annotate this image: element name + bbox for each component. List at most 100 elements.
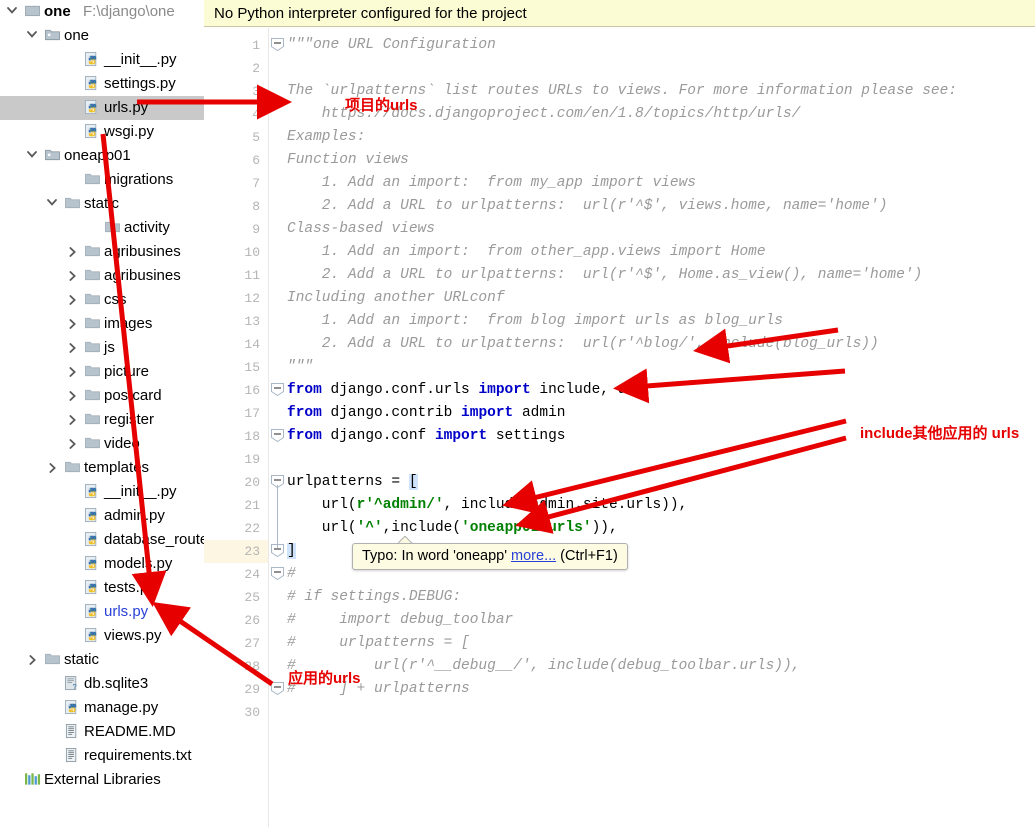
fold-toggle-icon[interactable] (271, 383, 284, 397)
chevron-down-icon[interactable] (4, 0, 20, 24)
code-line-11[interactable]: 2. Add a URL to urlpatterns: url(r'^$', … (287, 264, 922, 287)
tree-row-views-py[interactable]: views.py (0, 624, 204, 648)
code-line-13[interactable]: 1. Add an import: from blog import urls … (287, 310, 783, 333)
line-number[interactable]: 17 (204, 402, 260, 425)
tree-row-agribusines[interactable]: agribusines (0, 264, 204, 288)
tree-row-templates[interactable]: templates (0, 456, 204, 480)
line-number[interactable]: 30 (204, 701, 260, 724)
chevron-right-icon[interactable] (64, 432, 80, 456)
code-line-8[interactable]: 2. Add a URL to urlpatterns: url(r'^$', … (287, 195, 888, 218)
tree-row-requirements-txt[interactable]: requirements.txt (0, 744, 204, 768)
line-number[interactable]: 26 (204, 609, 260, 632)
code-line-24[interactable]: # (287, 563, 296, 586)
line-number[interactable]: 29 (204, 678, 260, 701)
fold-toggle-icon[interactable] (271, 38, 284, 52)
line-number[interactable]: 8 (204, 195, 260, 218)
tree-row-one[interactable]: one (0, 24, 204, 48)
fold-toggle-icon[interactable] (271, 567, 284, 581)
chevron-down-icon[interactable] (24, 24, 40, 48)
code-line-10[interactable]: 1. Add an import: from other_app.views i… (287, 241, 766, 264)
chevron-right-icon[interactable] (24, 648, 40, 672)
code-line-12[interactable]: Including another URLconf (287, 287, 505, 310)
line-number[interactable]: 3 (204, 80, 260, 103)
chevron-down-icon[interactable] (44, 192, 60, 216)
line-number[interactable]: 23 (204, 540, 260, 563)
code-editor-panel[interactable]: No Python interpreter configured for the… (204, 0, 1035, 827)
tree-row-models-py[interactable]: models.py (0, 552, 204, 576)
chevron-right-icon[interactable] (64, 264, 80, 288)
chevron-right-icon[interactable] (64, 312, 80, 336)
code-line-16[interactable]: from django.conf.urls import include, ur… (287, 379, 644, 402)
line-number-gutter[interactable]: 1 2 3 4 5 6 7 8 9 10 11 12 13 14 15 16 17 18 19 20 21 22 23 24 2… (204, 28, 268, 827)
tree-row-static[interactable]: static (0, 648, 204, 672)
line-number[interactable]: 13 (204, 310, 260, 333)
line-number[interactable]: 10 (204, 241, 260, 264)
line-number[interactable]: 2 (204, 57, 260, 80)
tree-row-images[interactable]: images (0, 312, 204, 336)
line-number[interactable]: 15 (204, 356, 260, 379)
line-number[interactable]: 22 (204, 517, 260, 540)
chevron-right-icon[interactable] (64, 240, 80, 264)
tree-row-picture[interactable]: picture (0, 360, 204, 384)
code-line-17[interactable]: from django.contrib import admin (287, 402, 565, 425)
project-tree-panel[interactable]: one F:\django\one one __init__.py settings.p… (0, 0, 204, 827)
tree-row-video[interactable]: video (0, 432, 204, 456)
tree-row-db-sqlite3[interactable]: ? db.sqlite3 (0, 672, 204, 696)
line-number[interactable]: 20 (204, 471, 260, 494)
line-number[interactable]: 24 (204, 563, 260, 586)
line-number[interactable]: 28 (204, 655, 260, 678)
line-number[interactable]: 7 (204, 172, 260, 195)
tree-row-settings-py[interactable]: settings.py (0, 72, 204, 96)
code-line-18[interactable]: from django.conf import settings (287, 425, 565, 448)
line-number[interactable]: 9 (204, 218, 260, 241)
chevron-right-icon[interactable] (64, 360, 80, 384)
typo-tooltip[interactable]: Typo: In word 'oneapp' more... (Ctrl+F1) (352, 543, 628, 570)
chevron-right-icon[interactable] (64, 288, 80, 312)
code-line-6[interactable]: Function views (287, 149, 409, 172)
line-number[interactable]: 25 (204, 586, 260, 609)
tree-row-agribusines[interactable]: agribusines (0, 240, 204, 264)
line-number[interactable]: 1 (204, 34, 260, 57)
code-line-7[interactable]: 1. Add an import: from my_app import vie… (287, 172, 696, 195)
code-line-23[interactable]: ] (287, 540, 296, 563)
tree-row--init-py[interactable]: __init__.py (0, 480, 204, 504)
line-number[interactable]: 18 (204, 425, 260, 448)
chevron-right-icon[interactable] (64, 384, 80, 408)
line-number[interactable]: 16 (204, 379, 260, 402)
code-line-9[interactable]: Class-based views (287, 218, 435, 241)
chevron-right-icon[interactable] (64, 336, 80, 360)
tree-row-wsgi-py[interactable]: wsgi.py (0, 120, 204, 144)
tree-row-one[interactable]: one F:\django\one (0, 0, 204, 24)
fold-toggle-icon[interactable] (271, 682, 284, 696)
tree-row-readme-md[interactable]: README.MD (0, 720, 204, 744)
line-number[interactable]: 4 (204, 103, 260, 126)
line-number[interactable]: 5 (204, 126, 260, 149)
code-line-28[interactable]: # url(r'^__debug__/', include(debug_tool… (287, 655, 800, 678)
tree-row-manage-py[interactable]: manage.py (0, 696, 204, 720)
code-line-25[interactable]: # if settings.DEBUG: (287, 586, 461, 609)
tree-row-static[interactable]: static (0, 192, 204, 216)
line-number[interactable]: 19 (204, 448, 260, 471)
code-line-22[interactable]: url('^',include('oneapp01.urls')), (287, 517, 618, 540)
no-interpreter-banner[interactable]: No Python interpreter configured for the… (204, 0, 1035, 27)
code-line-21[interactable]: url(r'^admin/', include(admin.site.urls)… (287, 494, 687, 517)
line-number[interactable]: 6 (204, 149, 260, 172)
line-number[interactable]: 12 (204, 287, 260, 310)
tree-row-tests-py[interactable]: tests.py (0, 576, 204, 600)
line-number[interactable]: 14 (204, 333, 260, 356)
tree-row-oneapp01[interactable]: oneapp01 (0, 144, 204, 168)
code-line-5[interactable]: Examples: (287, 126, 365, 149)
fold-toggle-icon[interactable] (271, 429, 284, 443)
code-line-14[interactable]: 2. Add a URL to urlpatterns: url(r'^blog… (287, 333, 879, 356)
tree-row-migrations[interactable]: migrations (0, 168, 204, 192)
tooltip-more-link[interactable]: more... (511, 548, 556, 564)
tree-row-activity[interactable]: activity (0, 216, 204, 240)
tree-row-postcard[interactable]: postcard (0, 384, 204, 408)
tree-row-register[interactable]: register (0, 408, 204, 432)
line-number[interactable]: 11 (204, 264, 260, 287)
tree-row-database-route[interactable]: database_route (0, 528, 204, 552)
tree-row-admin-py[interactable]: admin.py (0, 504, 204, 528)
tree-row-urls-py[interactable]: urls.py (0, 96, 204, 120)
code-line-26[interactable]: # import debug_toolbar (287, 609, 513, 632)
chevron-right-icon[interactable] (44, 456, 60, 480)
